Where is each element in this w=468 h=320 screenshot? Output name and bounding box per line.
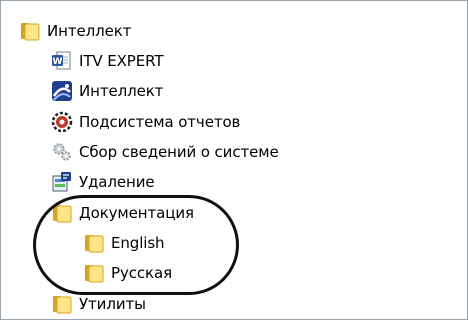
- tree-item-intellect-app[interactable]: Интеллект: [51, 76, 163, 106]
- folder-icon: [51, 293, 73, 315]
- tree-item-label: ITV EXPERT: [79, 52, 164, 70]
- svg-text:W: W: [53, 57, 63, 67]
- tree-item-label: Интеллект: [79, 82, 164, 100]
- tree-item-label: Интеллект: [47, 22, 132, 40]
- tree-item-label: Подсистема отчетов: [79, 113, 241, 131]
- tree-item-uninstall[interactable]: Удаление: [51, 167, 155, 197]
- folder-icon: [19, 20, 41, 42]
- start-menu-folder-tree: Интеллект W ITV EXPERT Интеллект Подсист…: [0, 0, 468, 320]
- tree-item-system-info[interactable]: Сбор сведений о системе: [51, 137, 279, 167]
- tree-item-report-subsystem[interactable]: Подсистема отчетов: [51, 107, 240, 137]
- tree-item-label: Утилиты: [79, 295, 146, 313]
- tree-item-label: Удаление: [79, 173, 155, 191]
- tree-item-itv-expert[interactable]: W ITV EXPERT: [51, 46, 163, 76]
- report-subsystem-icon: [51, 111, 73, 133]
- tree-item-root-intellect[interactable]: Интеллект: [19, 16, 131, 46]
- gears-icon: [51, 141, 73, 163]
- intellect-app-icon: [51, 80, 73, 102]
- word-document-icon: W: [51, 50, 73, 72]
- highlight-oval: [33, 195, 239, 295]
- tree-item-label: Сбор сведений о системе: [79, 143, 279, 161]
- uninstall-icon: [51, 171, 73, 193]
